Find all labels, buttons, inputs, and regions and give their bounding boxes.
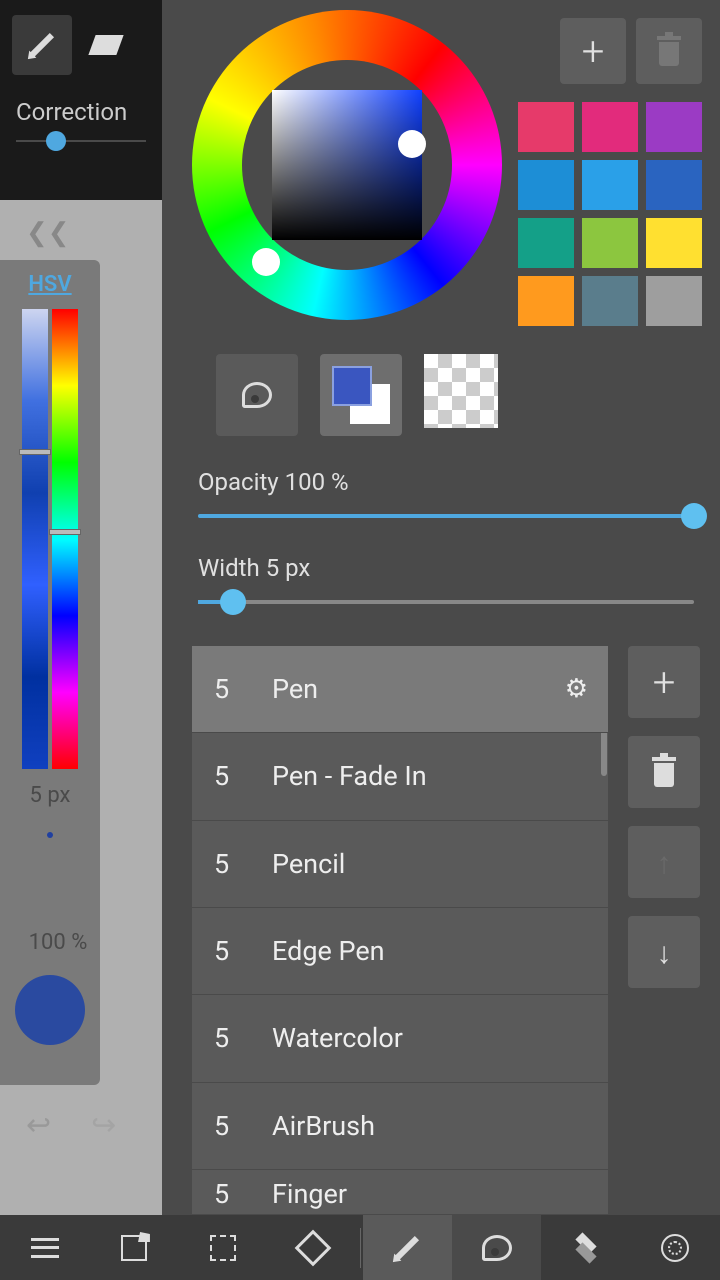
brush-size: 5	[214, 673, 272, 705]
fgbg-mode-button[interactable]	[320, 354, 402, 436]
opacity-slider[interactable]	[198, 514, 694, 518]
bg-size-readout: 5 px	[8, 783, 92, 808]
swatch[interactable]	[582, 276, 638, 326]
brush-name: Edge Pen	[272, 935, 385, 967]
palette-mode-button[interactable]	[216, 354, 298, 436]
toolbar-divider	[360, 1228, 361, 1268]
swatch[interactable]	[518, 218, 574, 268]
swatch[interactable]	[646, 160, 702, 210]
brush-item[interactable]: 5Pencil	[192, 821, 608, 908]
rotate-button[interactable]	[268, 1215, 357, 1280]
brush-size: 5	[214, 848, 272, 880]
move-brush-up-button[interactable]	[628, 826, 700, 898]
bg-brush-preview-dot	[47, 832, 53, 838]
brush-item[interactable]: 5Edge Pen	[192, 908, 608, 995]
bg-correction-label: Correction	[0, 90, 162, 134]
brush-size: 5	[214, 1178, 272, 1210]
brush-size: 5	[214, 1022, 272, 1054]
brush-name: Watercolor	[272, 1022, 403, 1054]
brush-name: Pen - Fade In	[272, 760, 427, 792]
bottom-toolbar	[0, 1215, 720, 1280]
swatch[interactable]	[518, 102, 574, 152]
bg-hue-gradient[interactable]	[52, 309, 78, 769]
brush-tab[interactable]	[363, 1215, 452, 1280]
transparency-mode-button[interactable]	[424, 354, 498, 428]
swatch[interactable]	[582, 160, 638, 210]
bg-collapse-icon[interactable]: ❮❮	[26, 218, 70, 248]
width-label: Width 5 px	[198, 554, 694, 582]
brush-name: AirBrush	[272, 1110, 375, 1142]
swatch[interactable]	[646, 102, 702, 152]
swatch[interactable]	[646, 276, 702, 326]
brush-color-flyout: Opacity 100 % Width 5 px 5Pen5Pen - Fade…	[162, 0, 720, 1215]
layers-button[interactable]	[541, 1215, 630, 1280]
brush-name: Finger	[272, 1178, 347, 1210]
swatch[interactable]	[518, 276, 574, 326]
bg-opacity-readout: 100 %	[8, 930, 108, 955]
bg-correction-slider[interactable]	[16, 140, 146, 170]
brush-item[interactable]: 5Watercolor	[192, 995, 608, 1082]
brush-item[interactable]: 5Pen - Fade In	[192, 733, 608, 820]
add-swatch-button[interactable]	[560, 18, 626, 84]
hue-thumb[interactable]	[252, 248, 280, 276]
selection-button[interactable]	[179, 1215, 268, 1280]
width-slider[interactable]	[198, 600, 694, 604]
bg-color-side-panel: HSV 5 px 100 %	[0, 260, 100, 1085]
brush-size: 5	[214, 1110, 272, 1142]
color-wheel[interactable]	[192, 10, 502, 320]
swatch[interactable]	[582, 218, 638, 268]
undo-button[interactable]: ↩	[26, 1108, 51, 1143]
swatch[interactable]	[646, 218, 702, 268]
gear-icon[interactable]	[565, 674, 588, 704]
brush-item[interactable]: 5AirBrush	[192, 1083, 608, 1170]
bg-brush-tool[interactable]	[12, 15, 72, 75]
bg-hsv-tab[interactable]: HSV	[8, 272, 92, 297]
brush-name: Pen	[272, 673, 318, 705]
sv-box[interactable]	[272, 90, 422, 240]
bg-brush-preview	[15, 975, 85, 1045]
redo-button[interactable]: ↪	[91, 1108, 116, 1143]
palette-tab[interactable]	[452, 1215, 541, 1280]
more-button[interactable]	[631, 1215, 720, 1280]
brush-item[interactable]: 5Finger	[192, 1170, 608, 1215]
edit-button[interactable]	[89, 1215, 178, 1280]
menu-button[interactable]	[0, 1215, 89, 1280]
swatch[interactable]	[582, 102, 638, 152]
delete-brush-button[interactable]	[628, 736, 700, 808]
brush-size: 5	[214, 760, 272, 792]
background-panel: Correction ❮❮ HSV 5 px 100 % ↩ ↪	[0, 0, 162, 1215]
swatch-grid	[518, 102, 702, 326]
brush-list[interactable]: 5Pen5Pen - Fade In5Pencil5Edge Pen5Water…	[192, 646, 608, 1215]
add-brush-button[interactable]	[628, 646, 700, 718]
brush-name: Pencil	[272, 848, 345, 880]
bg-value-gradient[interactable]	[22, 309, 48, 769]
delete-swatch-button[interactable]	[636, 18, 702, 84]
opacity-label: Opacity 100 %	[198, 468, 694, 496]
move-brush-down-button[interactable]	[628, 916, 700, 988]
sv-thumb[interactable]	[398, 130, 426, 158]
swatch[interactable]	[518, 160, 574, 210]
brush-item[interactable]: 5Pen	[192, 646, 608, 733]
bg-eraser-tool[interactable]	[92, 35, 120, 55]
brush-size: 5	[214, 935, 272, 967]
